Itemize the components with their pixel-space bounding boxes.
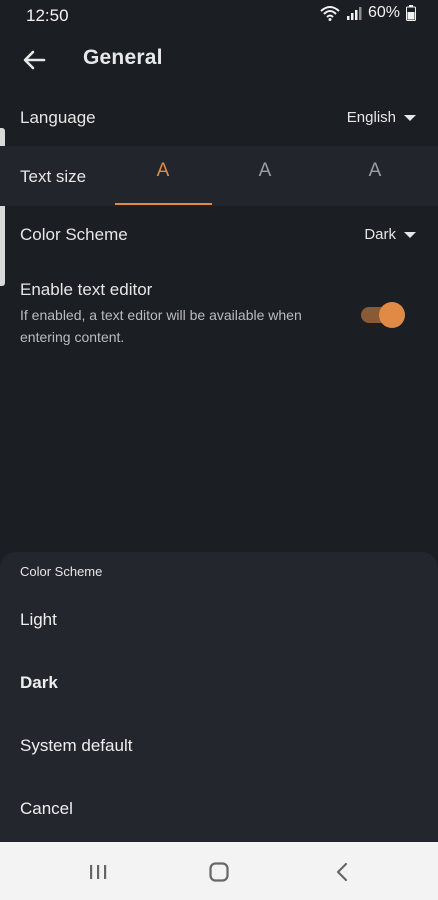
sheet-option-dark[interactable]: Dark xyxy=(0,653,438,713)
recent-apps-icon[interactable] xyxy=(83,857,113,887)
battery-percent: 60% xyxy=(367,4,400,21)
signal-icon xyxy=(346,5,362,21)
toggle-thumb xyxy=(379,302,405,328)
sheet-option-light[interactable]: Light xyxy=(0,590,438,650)
language-label: Language xyxy=(20,108,96,127)
color-scheme-label: Color Scheme xyxy=(20,225,128,244)
page-title: General xyxy=(83,46,163,69)
text-editor-row: Enable text editor If enabled, a text ed… xyxy=(0,270,438,350)
caret-down-icon xyxy=(404,114,416,121)
language-dropdown[interactable]: English xyxy=(347,109,416,126)
app-bar: General xyxy=(0,30,438,88)
language-row[interactable]: Language English xyxy=(0,92,438,144)
text-editor-label: Enable text editor xyxy=(20,280,153,299)
chevron-left-icon[interactable] xyxy=(327,857,357,887)
sheet-option-label: Light xyxy=(20,610,57,629)
text-editor-toggle[interactable] xyxy=(361,302,405,328)
color-scheme-row[interactable]: Color Scheme Dark xyxy=(0,208,438,262)
sheet-option-label: Cancel xyxy=(20,799,73,818)
battery-icon xyxy=(406,5,416,21)
sheet-cancel-button[interactable]: Cancel xyxy=(0,779,438,839)
wifi-icon xyxy=(320,5,340,21)
text-editor-description: If enabled, a text editor will be availa… xyxy=(20,307,302,345)
status-icons: 60% xyxy=(320,4,416,22)
sheet-option-label: System default xyxy=(20,736,133,755)
color-scheme-dropdown[interactable]: Dark xyxy=(364,226,416,243)
color-scheme-bottom-sheet: Color Scheme Light Dark System default C… xyxy=(0,552,438,842)
sheet-option-system-default[interactable]: System default xyxy=(0,716,438,776)
system-navigation-bar xyxy=(0,842,438,900)
text-size-large-option[interactable]: A xyxy=(327,160,423,182)
sheet-option-label: Dark xyxy=(20,673,58,692)
back-arrow-icon[interactable] xyxy=(20,46,48,74)
color-scheme-value: Dark xyxy=(364,226,396,243)
text-size-small-option[interactable]: A xyxy=(115,160,211,182)
home-icon[interactable] xyxy=(204,857,234,887)
text-size-medium-option[interactable]: A xyxy=(217,160,313,182)
text-size-label: Text size xyxy=(20,167,87,186)
sheet-title: Color Scheme xyxy=(20,564,103,579)
caret-down-icon xyxy=(404,231,416,238)
text-size-row: Text size A A A xyxy=(0,146,438,206)
language-value: English xyxy=(346,109,396,126)
text-size-selected-indicator xyxy=(115,203,212,205)
status-time: 12:50 xyxy=(26,6,69,25)
status-bar: 12:50 60% xyxy=(0,0,438,30)
